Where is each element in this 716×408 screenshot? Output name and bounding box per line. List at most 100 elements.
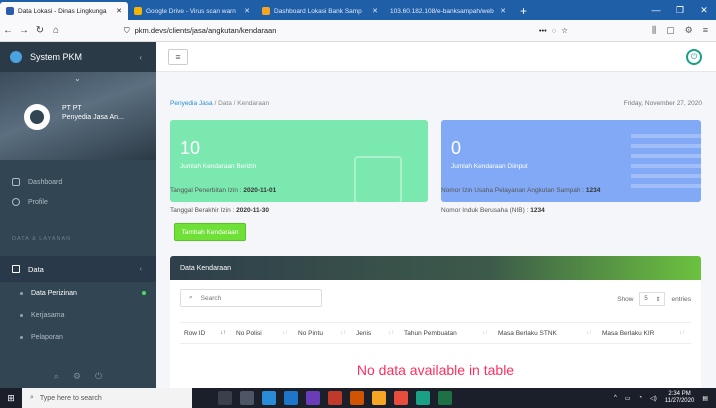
minimize-icon[interactable]: — [644,5,668,15]
column-header-no-pintu[interactable]: No Pintu ↓↑ [294,323,352,343]
app-icon[interactable] [416,391,430,405]
current-date: Friday, November 27, 2020 [623,100,702,107]
app-icon[interactable] [372,391,386,405]
task-view-icon[interactable] [240,391,254,405]
column-header-no-polisi[interactable]: No Polisi ↓↑ [232,323,294,343]
search-icon[interactable]: ⌕ [54,371,59,382]
breadcrumb-root-link[interactable]: Penyedia Jasa [170,100,213,107]
column-header-tahun-pembuatan[interactable]: Tahun Pembuatan ↓↑ [400,323,494,343]
clock[interactable]: 2:34 PM 11/27/2020 [665,391,695,405]
add-vehicle-button[interactable]: Tambah Kendaraan [174,223,246,241]
info-value: 2020-11-01 [243,187,277,194]
brand-logo-icon [10,51,22,63]
breadcrumb-separator: / [214,100,217,107]
shield-icon: ⛉ [124,25,130,35]
avatar[interactable] [24,104,50,130]
column-header-row-id[interactable]: Row ID ↓↑ [180,323,232,343]
sidebar-item-profile[interactable]: Profile [0,192,156,212]
close-window-icon[interactable]: ✕ [692,5,716,16]
browser-tab-strip: Data Lokasi - Dinas Lingkunga ✕ Google D… [0,0,716,20]
file-explorer-icon[interactable] [262,391,276,405]
battery-icon[interactable]: ▭ [625,395,631,402]
volume-icon[interactable]: ◁) [650,395,657,402]
page-length-control: Show 5 ⇕ entries [617,292,691,306]
column-label: Tahun Pembuatan [404,329,457,337]
sidebar: System PKM ‹ ⌄ PT PT Penyedia Jasa An...… [0,42,156,388]
browser-tab-4[interactable]: 103.60.182.108/e-banksampah/web ✕ [384,2,512,20]
pocket-icon[interactable]: ◌ [552,26,556,35]
power-icon[interactable]: ⏻ [95,371,102,382]
vehicle-table-panel: Data Kendaraan ⌕ Search Show 5 ⇕ entries… [170,256,701,396]
chevron-down-icon[interactable]: ⌄ [74,74,81,83]
info-value: 1234 [530,207,545,214]
search-placeholder: Search [200,294,222,302]
page-actions-icon[interactable]: ••• [539,26,547,35]
brand-title: System PKM [30,52,83,62]
tray-chevron-icon[interactable]: ^ [614,395,617,401]
os-taskbar: ⊞ ⌕ Type here to search ^ ▭ ◔ ◁) 2:34 PM… [0,388,716,408]
address-bar[interactable]: ⛉ pkm.devs/clients/jasa/angkutan/kendara… [124,23,568,39]
close-tab-icon[interactable]: ✕ [116,7,122,15]
close-tab-icon[interactable]: ✕ [500,7,506,15]
sidebar-item-label: Profile [28,198,48,206]
firefox-icon[interactable] [394,391,408,405]
app-icon[interactable] [306,391,320,405]
menu-icon[interactable]: ≡ [703,25,708,36]
info-tanggal-terbit: Tanggal Penerbitan Izin : 2020-11-01 [170,187,276,194]
back-icon[interactable]: ← [0,25,16,36]
sort-icon: ↓↑ [220,330,226,336]
close-tab-icon[interactable]: ✕ [372,7,378,15]
active-indicator-icon [142,291,146,295]
browser-tab-3[interactable]: Dashboard Lokasi Bank Samp ✕ [256,2,384,20]
windows-start-icon[interactable]: ⊞ [0,393,22,404]
cortana-icon[interactable] [218,391,232,405]
search-icon: ⌕ [30,394,34,401]
new-tab-button[interactable]: + [512,2,535,20]
maximize-icon[interactable]: ❐ [668,5,692,16]
bullet-icon [20,313,23,317]
close-tab-icon[interactable]: ✕ [244,7,250,15]
column-header-masa-stnk[interactable]: Masa Berlaku STNK ↓↑ [494,323,598,343]
column-label: Jenis [356,329,372,337]
app-icon[interactable] [350,391,364,405]
app-icon[interactable] [328,391,342,405]
network-icon[interactable]: ◔ [638,395,642,401]
page-length-select[interactable]: 5 ⇕ [639,292,666,306]
sidebar-item-label: Dashboard [28,178,63,186]
entries-label: entries [671,295,691,303]
sidebar-item-data[interactable]: Data ‹ [0,256,156,282]
user-menu-icon[interactable]: ⏻ [686,49,702,65]
notifications-icon[interactable]: ▤ [702,395,708,402]
sidebar-subitem-kerjasama[interactable]: Kerjasama [0,304,156,326]
sidebar-footer: ⌕ ⚙ ⏻ [0,364,156,388]
sidebar-item-label: Data [28,264,44,274]
sidebar-subitem-pelaporan[interactable]: Pelaporan [0,326,156,348]
sidebar-subitem-data-perizinan[interactable]: Data Perizinan [0,282,156,304]
sort-icon: ↓↑ [482,330,488,336]
browser-tab-2[interactable]: Google Drive - Virus scan warn ✕ [128,2,256,20]
home-icon[interactable]: ⌂ [48,25,64,36]
bookmark-star-icon[interactable]: ☆ [561,26,568,35]
sidebar-item-dashboard[interactable]: Dashboard [0,172,156,192]
forward-icon[interactable]: → [16,25,32,36]
reload-icon[interactable]: ↻ [32,25,48,36]
settings-icon[interactable]: ⚙ [73,371,81,382]
info-value: 1234 [585,187,601,194]
select-arrows-icon: ⇕ [655,296,661,303]
excel-icon[interactable] [438,391,452,405]
table-search-input[interactable]: ⌕ Search [180,289,322,307]
vscode-icon[interactable] [284,391,298,405]
breadcrumb-current: Kendaraan [237,100,270,107]
library-icon[interactable]: ⫼ [652,25,656,36]
taskbar-search-input[interactable]: ⌕ Type here to search [22,388,192,408]
info-label: Nomor Izin Usaha Pelayanan Angkutan Samp… [441,187,585,194]
folder-icon [12,265,20,273]
card-decoration-icon [631,134,701,194]
sidebar-brand[interactable]: System PKM ‹ [0,42,156,72]
menu-toggle-button[interactable]: ≡ [168,49,188,65]
column-header-masa-kir[interactable]: Masa Berlaku KIR ↓↑ [598,323,691,343]
browser-tab-1[interactable]: Data Lokasi - Dinas Lingkunga ✕ [0,2,128,20]
sidebar-toggle-icon[interactable]: ▢ [666,25,675,36]
extension-icon[interactable]: ⚙ [685,25,693,36]
column-header-jenis[interactable]: Jenis ↓↑ [352,323,400,343]
